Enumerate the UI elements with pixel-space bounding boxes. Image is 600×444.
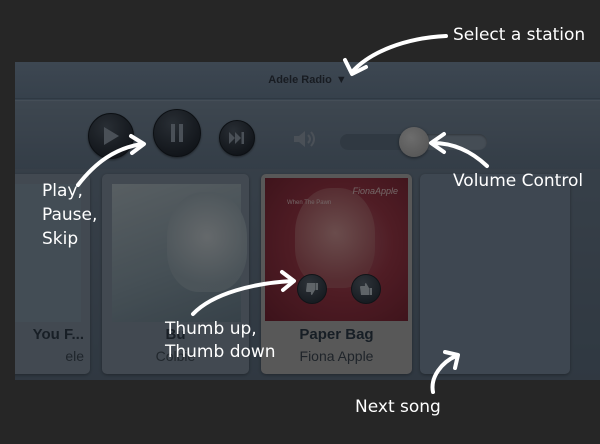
skip-button[interactable] bbox=[219, 120, 255, 156]
song-title: You F... bbox=[32, 326, 84, 343]
annotation-pause: Pause, bbox=[42, 205, 98, 225]
album-art-subtitle: When The Pawn bbox=[287, 200, 332, 206]
annotation-next-song: Next song bbox=[355, 397, 441, 417]
thumb-down-button[interactable] bbox=[297, 274, 327, 304]
album-art-portrait bbox=[167, 192, 247, 292]
station-label: Adele Radio bbox=[268, 74, 332, 86]
song-title: Paper Bag bbox=[299, 326, 374, 343]
song-artist: ele bbox=[65, 348, 84, 364]
station-selector[interactable]: Adele Radio ▼ bbox=[15, 62, 600, 98]
annotation-play: Play, bbox=[42, 181, 83, 201]
song-artist: Fiona Apple bbox=[299, 348, 374, 364]
annotation-select-station: Select a station bbox=[453, 25, 586, 45]
play-button[interactable] bbox=[88, 113, 134, 159]
volume-knob[interactable] bbox=[398, 127, 429, 157]
thumb-up-icon bbox=[360, 283, 372, 295]
annotation-volume-control: Volume Control bbox=[453, 171, 584, 191]
annotation-thumb-down: Thumb down bbox=[165, 342, 276, 362]
song-card-current[interactable]: FionaApple When The Pawn Paper Bag Fiona… bbox=[261, 174, 412, 374]
annotation-thumb-up: Thumb up, bbox=[165, 319, 257, 339]
title-bar: Adele Radio ▼ bbox=[15, 62, 600, 99]
play-icon bbox=[104, 127, 119, 145]
skip-icon bbox=[229, 132, 244, 144]
album-art bbox=[112, 184, 247, 322]
album-art-caption: FionaApple bbox=[352, 186, 398, 196]
pause-button[interactable] bbox=[153, 109, 201, 157]
thumb-down-icon bbox=[306, 283, 318, 295]
radio-app: Adele Radio ▼ You F... ele Bu Colbie Fio… bbox=[15, 62, 600, 380]
song-card-next[interactable] bbox=[420, 174, 570, 374]
album-art: FionaApple When The Pawn bbox=[265, 178, 408, 321]
annotation-skip: Skip bbox=[42, 229, 79, 249]
thumb-up-button[interactable] bbox=[351, 274, 381, 304]
pause-icon bbox=[171, 124, 183, 142]
speaker-icon bbox=[294, 131, 315, 147]
volume-slider[interactable] bbox=[340, 127, 487, 157]
caret-down-icon: ▼ bbox=[335, 74, 347, 86]
